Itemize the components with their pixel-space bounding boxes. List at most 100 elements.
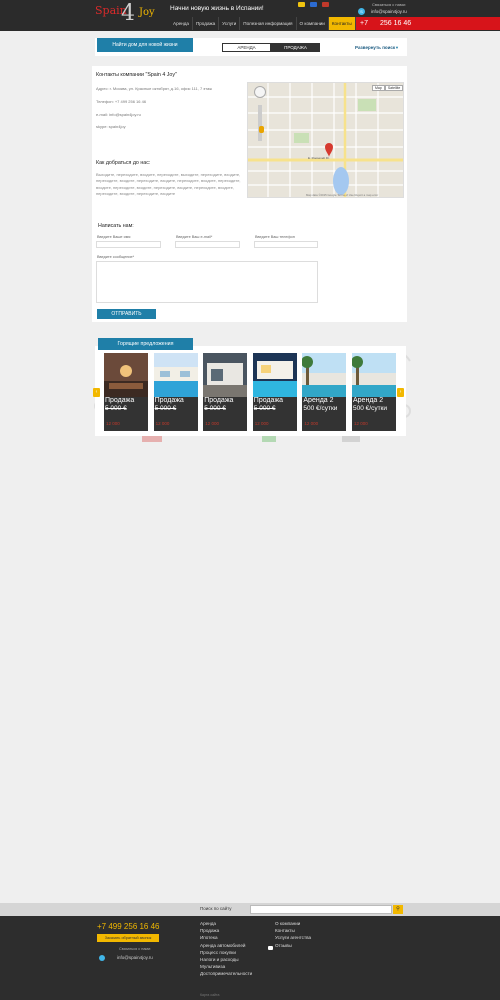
name-input[interactable] <box>96 241 161 248</box>
deal-photo[interactable] <box>153 353 198 397</box>
tab-rent[interactable]: АРЕНДА <box>222 43 271 52</box>
nav-item-info[interactable]: Полезная информация <box>240 17 297 30</box>
footer-link-car-rental[interactable]: Аренда автомобилей <box>200 942 252 949</box>
deal-type: Продажа <box>204 397 234 404</box>
site-map-link[interactable]: Карта сайта <box>200 993 220 997</box>
deal-price: 500 €/сутки <box>353 405 388 412</box>
deal-photo[interactable] <box>302 353 347 397</box>
hot-deals-tab[interactable]: Горящие предложения <box>98 338 193 350</box>
footer-link-services[interactable]: Услуги агентства <box>275 934 311 941</box>
phone-input[interactable] <box>254 241 318 248</box>
nav-item-sale[interactable]: Продажа <box>193 17 220 30</box>
nav-item-about[interactable]: О компании <box>297 17 329 30</box>
header-email[interactable]: info@spain4joy.ru <box>371 9 407 14</box>
footer-link-mortgage[interactable]: Ипотека <box>200 934 252 941</box>
map-type-satellite[interactable]: Satellite <box>384 85 403 91</box>
deal-old-price: 12 000 <box>205 421 219 426</box>
map-copyright: Map data ©2015 Google Terms of Use Repor… <box>306 193 379 197</box>
slogan: Начни новую жизнь в Испании! <box>170 5 264 12</box>
nav-item-services[interactable]: Услуги <box>219 17 241 30</box>
deal-type: Продажа <box>253 397 284 404</box>
directions-title: Как добраться до нас: <box>96 160 151 166</box>
expand-search-link[interactable]: Развернуть поиск <box>355 45 395 50</box>
deal-card[interactable]: Продажа 5 000 € 12 000 <box>203 353 248 431</box>
footer-link-sale[interactable]: Продажа <box>200 927 252 934</box>
skype-icon[interactable]: S <box>358 8 365 15</box>
chevron-left-icon[interactable]: ‹ <box>93 388 100 397</box>
deal-price: 5 000 € <box>204 405 226 412</box>
chevron-down-icon[interactable]: ▼ <box>395 45 399 50</box>
email-input[interactable] <box>175 241 240 248</box>
google-map[interactable]: Map Satellite E. Roosevelt Dr. Map data … <box>247 82 404 198</box>
deal-photo[interactable] <box>104 353 148 397</box>
footer-link-rent[interactable]: Аренда <box>200 920 252 927</box>
directions-text: Выходите, переходите, входите, переходит… <box>96 172 241 196</box>
contact-email[interactable]: e-mail: info@spain4joy.ru <box>96 112 141 117</box>
footer-link-taxes[interactable]: Налоги и расходы <box>200 956 252 963</box>
footer-phone[interactable]: +7 499 256 16 46 <box>97 922 160 931</box>
nav-item-contacts[interactable]: Контакты <box>328 17 356 30</box>
phone-number: 256 16 46 <box>380 20 412 27</box>
footer-link-sights[interactable]: Достопримечательности <box>200 970 252 977</box>
deal-type: Аренда 2 <box>303 397 334 404</box>
contact-skype[interactable]: skype: spain4joy <box>96 124 126 129</box>
deal-type: Продажа <box>105 397 135 404</box>
deal-photo[interactable] <box>352 353 396 397</box>
footer-link-multivisa[interactable]: Мультивиза <box>200 963 252 970</box>
footer-link-reviews[interactable]: Отзывы <box>275 942 311 949</box>
footer-link-buying-process[interactable]: Процесс покупки <box>200 949 252 956</box>
deal-type: Продажа <box>154 397 184 404</box>
search-panel: Найти дом для новой жизни АРЕНДА ПРОДАЖА… <box>95 38 407 56</box>
map-pan-control[interactable] <box>254 86 266 98</box>
chat-icon <box>268 946 273 950</box>
en-flag-icon[interactable] <box>322 2 329 7</box>
map-type-map[interactable]: Map <box>372 85 385 91</box>
map-zoom-slider[interactable] <box>258 105 262 141</box>
map-street-label: E. Roosevelt Dr. <box>308 156 330 160</box>
es-flag-icon[interactable] <box>298 2 305 7</box>
nav-item-rent[interactable]: Аренда <box>170 17 193 30</box>
tab-sale[interactable]: ПРОДАЖА <box>271 43 320 52</box>
footer-links-col2: О компании Контакты Услуги агентства Отз… <box>275 920 311 949</box>
hot-deals: Горящие предложения ‹ › Продажа 5 000 €12… <box>93 338 406 436</box>
deal-old-price: 12 000 <box>304 421 319 426</box>
contact-phone: Телефон: +7 499 256 16 46 <box>96 99 147 104</box>
pegman-icon[interactable] <box>259 126 264 133</box>
deal-card[interactable]: Аренда 2 500 €/сутки 12 000 <box>352 353 396 431</box>
deal-price: 5 000 € <box>253 405 276 412</box>
name-label: Введите Ваше имя <box>97 235 131 239</box>
deal-price: 500 €/сутки <box>303 405 338 412</box>
footer-links-col1: Аренда Продажа Ипотека Аренда автомобиле… <box>200 920 252 978</box>
deal-card[interactable]: Продажа 5 000 € 12 000 <box>153 353 198 431</box>
footer-search-bar: Поиск по сайту ⚲ <box>0 903 500 916</box>
deal-photo[interactable] <box>252 353 297 397</box>
deal-price: 5 000 € <box>105 405 127 412</box>
find-home-button[interactable]: Найти дом для новой жизни <box>97 38 193 52</box>
contacts-panel: Контакты компании "Spain 4 Joy" Адрес: г… <box>92 66 407 322</box>
contacts-title: Контакты компании "Spain 4 Joy" <box>96 72 177 78</box>
header-phone[interactable]: +7 256 16 46 <box>356 17 500 30</box>
form-title: Написать нам: <box>98 223 134 229</box>
language-switcher <box>298 2 329 7</box>
search-icon[interactable]: ⚲ <box>393 905 403 914</box>
callback-button[interactable]: Заказать обратный звонок <box>97 934 159 942</box>
footer-search-input[interactable] <box>250 905 392 914</box>
message-label: Введите сообщение* <box>97 255 135 259</box>
footer-email[interactable]: info@spain4joy.ru <box>117 955 153 960</box>
deal-photo[interactable] <box>203 353 248 397</box>
logo[interactable]: Spain 4 Joy <box>95 1 159 30</box>
footer-link-contacts[interactable]: Контакты <box>275 927 311 934</box>
deal-card[interactable]: Продажа 5 000 € 12 000 <box>104 353 148 431</box>
skype-icon[interactable] <box>99 955 105 961</box>
footer-contact-caption: Связаться с нами: <box>119 947 152 951</box>
message-textarea[interactable] <box>96 261 318 303</box>
chevron-right-icon[interactable]: › <box>397 388 404 397</box>
send-button[interactable]: ОТПРАВИТЬ <box>97 309 156 319</box>
ru-flag-icon[interactable] <box>310 2 317 7</box>
deal-card[interactable]: Аренда 2 500 €/сутки 12 000 <box>302 353 347 431</box>
footer-link-about[interactable]: О компании <box>275 920 311 927</box>
deal-card[interactable]: Продажа 5 000 € 12 000 <box>252 353 297 431</box>
deal-old-price: 12 000 <box>354 421 368 426</box>
deal-old-price: 12 000 <box>254 421 269 426</box>
contact-caption: Связаться с нами: <box>372 2 406 7</box>
